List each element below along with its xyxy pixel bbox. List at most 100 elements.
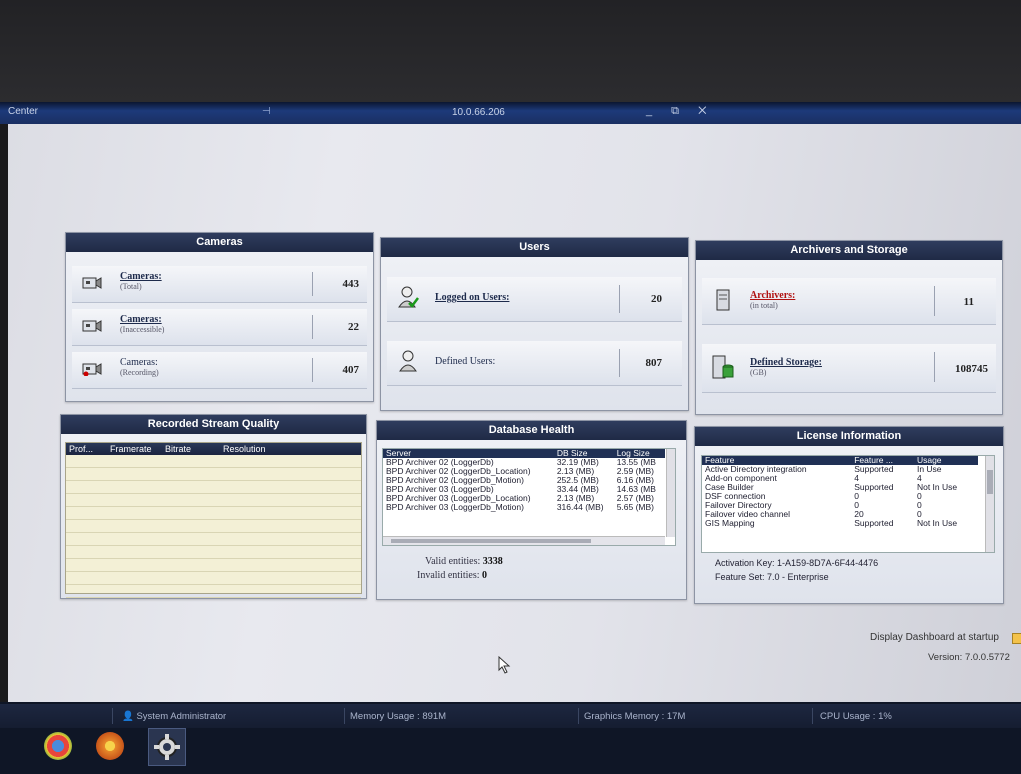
horizontal-scrollbar[interactable]	[383, 536, 665, 545]
cameras-inaccessible-sub: (Inaccessible)	[120, 325, 165, 334]
title-bar: Center ⊣ 10.0.66.206 _ ⧉ ✕	[0, 102, 1021, 124]
invalid-entities-value: 0	[482, 570, 487, 581]
defined-users-label: Defined Users:	[435, 356, 496, 367]
pin-icon[interactable]: ⊣	[262, 106, 271, 117]
divider	[312, 272, 313, 296]
archivers-row[interactable]: Archivers: (in total) 11	[702, 278, 996, 325]
display-dashboard-label: Display Dashboard at startup	[870, 632, 999, 643]
cameras-inaccessible-value: 22	[348, 321, 359, 333]
divider	[619, 285, 620, 313]
app-title: Center	[8, 106, 39, 117]
cameras-inaccessible-label[interactable]: Cameras:	[120, 314, 162, 325]
camera-icon	[82, 277, 102, 289]
divider	[312, 358, 313, 382]
status-bar: 👤 System Administrator Memory Usage : 89…	[0, 704, 1021, 728]
empty-row	[66, 507, 361, 520]
archivers-title: Archivers and Storage	[696, 241, 1002, 260]
cameras-total-value: 443	[342, 278, 360, 290]
media-player-icon[interactable]	[96, 732, 124, 760]
license-title: License Information	[695, 427, 1003, 446]
status-graphics-memory: Graphics Memory : 17M	[584, 711, 686, 722]
empty-row	[66, 494, 361, 507]
archivers-panel: Archivers and Storage Archivers: (in tota…	[695, 240, 1003, 415]
database-table[interactable]: Server DB Size Log Size BPD Archiver 02 …	[382, 448, 676, 546]
archivers-label[interactable]: Archivers:	[750, 290, 795, 301]
mouse-cursor-icon	[498, 656, 511, 674]
archivers-sub: (in total)	[750, 301, 778, 310]
valid-entities-label: Valid entities:	[425, 556, 481, 567]
camera-icon	[82, 320, 102, 332]
vertical-scrollbar[interactable]	[666, 449, 675, 537]
defined-users-row: Defined Users: 807	[387, 341, 682, 386]
table-row[interactable]: GIS Mapping Supported Not In Use	[702, 519, 978, 528]
user-icon: 👤	[122, 711, 137, 722]
cameras-inaccessible-row[interactable]: Cameras: (Inaccessible) 22	[72, 309, 367, 346]
defined-users-value: 807	[645, 357, 663, 369]
divider	[934, 286, 935, 316]
status-user: System Administrator	[136, 711, 227, 722]
gear-icon	[154, 734, 180, 760]
host-address: 10.0.66.206	[452, 107, 505, 118]
database-health-title: Database Health	[377, 421, 686, 440]
divider	[619, 349, 620, 377]
vertical-scrollbar[interactable]	[985, 456, 994, 552]
cameras-recording-sub: (Recording)	[120, 368, 159, 377]
activation-key-value: 1-A159-8D7A-6F44-4476	[777, 558, 879, 568]
empty-row	[66, 585, 361, 598]
col-profile[interactable]: Prof...	[66, 443, 107, 455]
storage-icon	[712, 355, 734, 379]
license-panel: License Information Feature Feature ... …	[694, 426, 1004, 604]
dashboard-area: Cameras Cameras: (Total) 443 Cameras: (Ina…	[8, 124, 1021, 702]
status-memory: Memory Usage : 891M	[350, 711, 447, 722]
cameras-recording-value: 407	[342, 364, 360, 376]
cameras-total-label[interactable]: Cameras:	[120, 271, 162, 282]
feature-set-label: Feature Set:	[715, 572, 765, 582]
security-center-taskbar-button[interactable]	[148, 728, 186, 766]
empty-row	[66, 572, 361, 585]
stream-quality-grid[interactable]: Prof... Framerate Bitrate Resolution	[65, 442, 362, 598]
valid-entities-value: 3338	[482, 556, 503, 567]
stream-quality-header: Prof... Framerate Bitrate Resolution	[66, 443, 361, 455]
divider	[934, 352, 935, 382]
user-online-icon	[398, 286, 419, 308]
camera-recording-icon	[82, 363, 102, 376]
user-icon	[399, 350, 417, 372]
cameras-recording-label: Cameras:	[120, 357, 158, 368]
logged-on-users-value: 20	[651, 293, 662, 305]
empty-row	[66, 455, 361, 468]
stream-quality-title: Recorded Stream Quality	[61, 415, 366, 434]
users-title: Users	[381, 238, 688, 257]
activation-key-label: Activation Key:	[715, 558, 775, 568]
col-bitrate[interactable]: Bitrate	[162, 443, 220, 455]
defined-storage-row[interactable]: Defined Storage: (GB) 108745	[702, 344, 996, 393]
defined-storage-sub: (GB)	[750, 368, 767, 377]
archivers-value: 11	[963, 296, 974, 308]
cameras-total-row[interactable]: Cameras: (Total) 443	[72, 266, 367, 303]
invalid-entities-label: Invalid entities:	[417, 570, 480, 581]
table-row[interactable]: BPD Archiver 03 (LoggerDb_Motion) 316.44 …	[383, 503, 665, 512]
chrome-icon[interactable]	[44, 732, 72, 760]
logged-on-users-row[interactable]: Logged on Users: 20	[387, 277, 682, 322]
empty-row	[66, 520, 361, 533]
defined-storage-value: 108745	[955, 363, 988, 375]
col-framerate[interactable]: Framerate	[107, 443, 162, 455]
empty-row	[66, 533, 361, 546]
empty-row	[66, 559, 361, 572]
col-resolution[interactable]: Resolution	[220, 443, 266, 455]
users-panel: Users Logged on Users: 20 Defined Users:…	[380, 237, 689, 411]
empty-row	[66, 546, 361, 559]
window-controls[interactable]: _ ⧉ ✕	[646, 105, 714, 118]
license-table[interactable]: Feature Feature ... Usage Active Directo…	[701, 455, 995, 553]
database-health-panel: Database Health Server DB Size Log Size …	[376, 420, 687, 600]
defined-storage-label[interactable]: Defined Storage:	[750, 357, 822, 368]
empty-row	[66, 468, 361, 481]
display-dashboard-checkbox[interactable]	[1012, 633, 1021, 644]
divider	[312, 315, 313, 339]
cameras-recording-row: Cameras: (Recording) 407	[72, 352, 367, 389]
logged-on-users-label[interactable]: Logged on Users:	[435, 292, 509, 303]
cameras-panel: Cameras Cameras: (Total) 443 Cameras: (Ina…	[65, 232, 374, 402]
stream-quality-panel: Recorded Stream Quality Prof... Framerate…	[60, 414, 367, 599]
status-cpu: CPU Usage : 1%	[820, 711, 892, 722]
monitor-bezel	[0, 0, 1021, 102]
server-icon	[716, 289, 730, 311]
